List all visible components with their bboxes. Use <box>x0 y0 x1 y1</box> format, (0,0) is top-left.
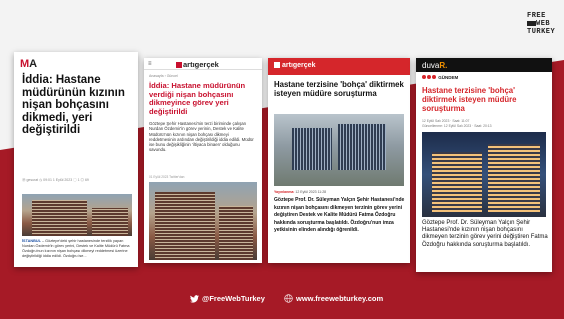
hospital-photo <box>149 182 257 260</box>
site-header: duvaR. <box>416 58 552 72</box>
logo-line-1: FREE <box>527 12 546 20</box>
dot-icon <box>422 75 426 79</box>
brand-mark-icon <box>176 62 182 68</box>
headline[interactable]: Hastane terzisine 'bohça' diktirmek iste… <box>422 86 548 113</box>
globe-icon <box>284 294 293 303</box>
breadcrumb[interactable]: Anasayfa › Güncel <box>149 74 178 78</box>
hospital-photo <box>22 194 132 236</box>
news-card-artigercek-2[interactable]: artıgerçek Hastane terzisine 'bohça' dik… <box>268 58 410 263</box>
artigercek-logo: artıgerçek <box>274 62 315 69</box>
twitter-icon <box>190 294 199 303</box>
dot-icon <box>432 75 436 79</box>
article-meta: 12 Eylül Salı 2023 · Saat: 11:07 Güncelle… <box>422 119 492 128</box>
article-meta: 01 Eylül 2023 Twitter'dan <box>149 175 185 179</box>
artigercek-logo: artıgerçek <box>176 60 219 69</box>
website-link[interactable]: www.freewebturkey.com <box>284 294 383 303</box>
article-text: Göztepe Prof. Dr. Süleyman Yalçın Şehir … <box>274 197 405 233</box>
brand-mark-icon <box>274 62 280 68</box>
section-label[interactable]: GÜNDEM <box>422 75 458 80</box>
headline[interactable]: Hastane terzisine 'bohça' diktirmek iste… <box>274 80 406 98</box>
news-card-artigercek-1[interactable]: ≡ artıgerçek Anasayfa › Güncel İddia: Ha… <box>144 58 262 263</box>
twitter-handle[interactable]: @FreeWebTurkey <box>190 294 265 303</box>
headline[interactable]: İddia: Hastane müdürünün verdiği nişan b… <box>149 81 259 116</box>
logo-line-3: TURKEY <box>527 28 556 36</box>
site-header: artıgerçek <box>268 58 410 75</box>
article-text: Göztepe Prof. Dr. Süleyman Yalçın Şehir … <box>422 220 548 248</box>
hospital-night-photo <box>422 132 546 217</box>
site-header: ≡ artıgerçek <box>144 58 262 70</box>
logo-block-icon <box>527 20 536 26</box>
article-meta: Ⓜ gesurat ◷ 09:01 1 Eylül 2023 ◯ 1 ◎ 69 <box>22 178 89 182</box>
footer: @FreeWebTurkey www.freewebturkey.com <box>190 294 420 308</box>
news-card-duvar[interactable]: duvaR. GÜNDEM Hastane terzisine 'bohça' … <box>416 58 552 272</box>
article-text: İSTANBUL – Göztepe'deki şehir hastanesin… <box>22 239 130 258</box>
article-meta: Yayınlanma: 12 Eylül 2023 11:28 <box>274 190 327 194</box>
article-summary: Göztepe Şehir Hastanesi'nin terzi birimi… <box>149 121 254 153</box>
duvar-logo: duvaR. <box>422 61 448 70</box>
hospital-aerial-photo <box>274 114 404 186</box>
freewebturkey-logo: FREE WEB TURKEY <box>527 12 557 36</box>
headline[interactable]: İddia: Hastane müdürünün kızının nişan b… <box>22 74 132 137</box>
ma-logo: MA <box>20 58 38 70</box>
logo-line-2: WEB <box>536 20 551 28</box>
dot-icon <box>427 75 431 79</box>
news-card-ma[interactable]: MA İddia: Hastane müdürünün kızının nişa… <box>14 52 138 267</box>
menu-icon[interactable]: ≡ <box>148 61 152 67</box>
